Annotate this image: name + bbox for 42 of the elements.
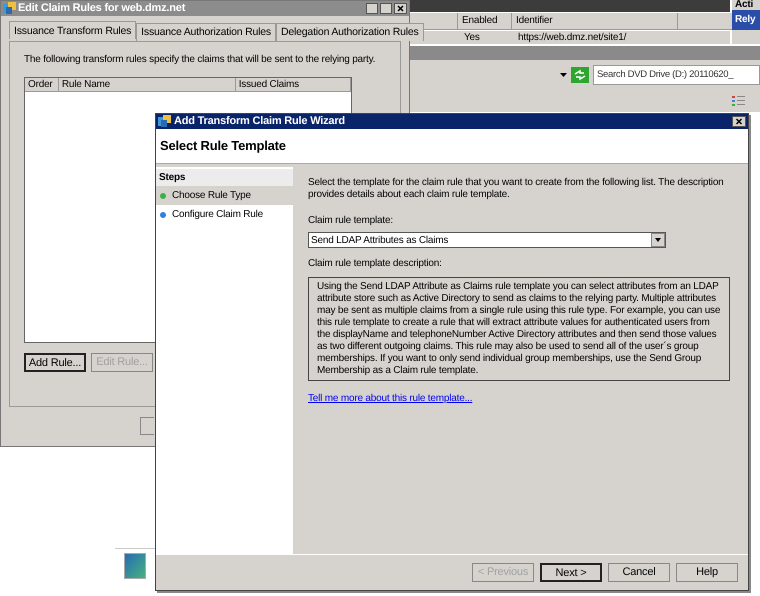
step-label: Choose Rule Type [172,189,251,203]
dialog-button[interactable]: Add Rule... [24,353,86,372]
dropdown-value: Send LDAP Attributes as Claims [310,234,450,248]
tab[interactable]: Issuance Transform Rules [9,21,136,39]
step-label: Configure Claim Rule [172,208,264,222]
view-list-icon[interactable] [732,95,746,107]
app-icon [3,2,16,15]
column-header[interactable]: Identifier [512,13,678,29]
column-header[interactable]: Rule Name [58,78,236,91]
template-dropdown[interactable]: Send LDAP Attributes as Claims [308,232,666,248]
dialog-button[interactable]: Cancel [608,563,670,582]
field-label: Claim rule template: [308,214,394,228]
dropdown-caret-icon[interactable] [651,233,665,247]
close-icon[interactable] [394,3,407,14]
field-label: Claim rule template description: [308,257,443,271]
panel-item[interactable]: Rely [732,10,760,30]
window-title: Edit Claim Rules for web.dmz.net [18,1,186,16]
column-header[interactable]: Enabled [458,13,512,29]
dropdown-caret-icon[interactable] [560,73,567,77]
maximize-icon[interactable] [380,3,392,14]
dialog-button[interactable]: Next > [540,563,602,582]
steps-header: Steps [156,169,293,186]
intro-text: Select the template for the claim rule that you want to create from the following list. The description provides details about each claim rule template. [308,177,725,201]
table-cell: https://web.dmz.net/site1/ [518,31,626,44]
tab[interactable]: Issuance Authorization Rules [136,23,276,41]
help-link[interactable]: Tell me more about this rule template... [308,391,472,406]
table-cell-text: Yes [464,31,481,44]
panel-header: Acti [734,0,754,10]
step-item[interactable]: Choose Rule Type [156,186,293,205]
thumbnail-placeholder [124,552,146,578]
minimize-icon[interactable] [366,3,378,14]
column-header[interactable]: Order [25,78,59,91]
tab[interactable]: Delegation Authorization Rules [276,23,424,41]
description-text: The following transform rules specify the claims that will be sent to the relying party. [24,53,376,67]
window-title: Add Transform Claim Rule Wizard [174,114,346,130]
app-icon [158,115,171,128]
description-box: Using the Send LDAP Attribute as Claims rule template you can select attributes from an LDAP attribute store such as Active Directory to send as claims to the relying party. Multiple attributes may be sent as multiple claims from a single rule using this rule type. For example, you can use this rule template to create a rule that will extract attribute values for authenticated users from the displayName and telephoneNumber Active Directory attributes and then send those values as two different outgoing claims. This rule may also be used to send all of the user´s group memberships. If you want to only send individual group memberships, use the Send Group Membership as a Claim rule template. [308,277,730,381]
dialog-button[interactable]: Help [676,563,738,582]
close-icon[interactable] [732,116,746,127]
page-title: Select Rule Template [160,137,286,156]
column-header[interactable]: Issued Claims [236,78,352,91]
search-field[interactable]: Search DVD Drive (D:) 20110620_ [593,65,760,85]
